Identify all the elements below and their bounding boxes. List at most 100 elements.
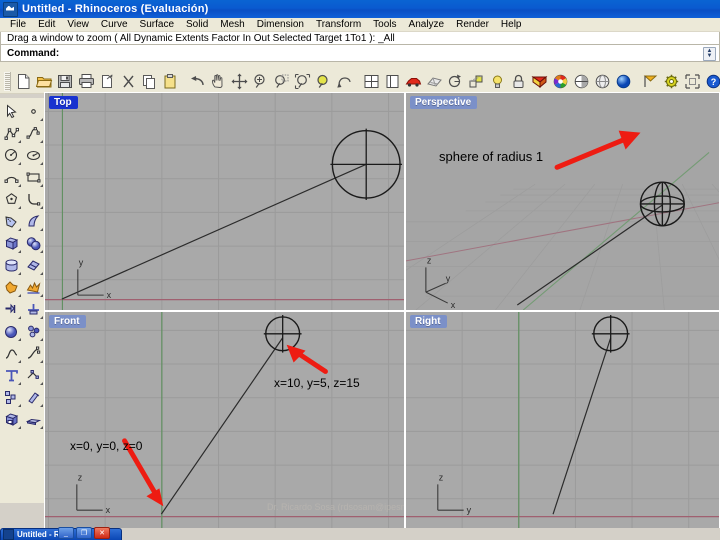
gear-icon[interactable] (661, 71, 682, 92)
surface-patch-icon[interactable] (23, 255, 44, 276)
car-render-icon[interactable] (403, 71, 424, 92)
zoom-in-icon[interactable] (250, 71, 271, 92)
select-arrow-icon[interactable] (1, 101, 22, 122)
menu-item-dimension[interactable]: Dimension (251, 18, 310, 31)
scale-icon[interactable] (466, 71, 487, 92)
curve-from-object-icon[interactable] (1, 211, 22, 232)
shade-half-icon[interactable] (571, 71, 592, 92)
control-point-curve-icon[interactable] (23, 123, 44, 144)
open-folder-icon[interactable] (34, 71, 55, 92)
split-icon[interactable] (23, 299, 44, 320)
menu-item-edit[interactable]: Edit (32, 18, 61, 31)
text-icon[interactable] (1, 365, 22, 386)
save-icon[interactable] (55, 71, 76, 92)
undo-icon[interactable] (187, 71, 208, 92)
move-arrows-icon[interactable] (229, 71, 250, 92)
pan-hand-icon[interactable] (208, 71, 229, 92)
paste-icon[interactable] (160, 71, 181, 92)
command-history-spinner[interactable]: ▲ ▼ (703, 47, 716, 61)
mesh-icon[interactable] (424, 71, 445, 92)
offset-icon[interactable] (23, 365, 44, 386)
flag-icon[interactable] (640, 71, 661, 92)
copy-icon[interactable] (139, 71, 160, 92)
single-view-icon[interactable] (382, 71, 403, 92)
viewport-front-canvas[interactable]: z x (45, 312, 404, 529)
menu-item-help[interactable]: Help (495, 18, 528, 31)
group-icon[interactable] (682, 71, 703, 92)
viewport-top[interactable]: y x Top (44, 92, 405, 311)
ellipse-center-icon[interactable] (23, 145, 44, 166)
sphere-solid-icon[interactable] (1, 321, 22, 342)
menu-item-mesh[interactable]: Mesh (214, 18, 250, 31)
zoom-dynamic-icon[interactable] (271, 71, 292, 92)
viewport-top-graphics: y x (45, 93, 404, 310)
svg-text:x: x (107, 290, 112, 300)
scissors-icon[interactable] (118, 71, 139, 92)
svg-text:?: ? (711, 77, 717, 87)
menu-item-file[interactable]: File (4, 18, 32, 31)
cylinder-icon[interactable] (1, 255, 22, 276)
curve-edit-icon[interactable] (23, 343, 44, 364)
blend-curve-icon[interactable] (1, 343, 22, 364)
viewport-label-right[interactable]: Right (410, 315, 447, 328)
zoom-extents-icon[interactable] (313, 71, 334, 92)
zoom-window-icon[interactable] (292, 71, 313, 92)
sphere-blue-icon[interactable] (613, 71, 634, 92)
viewport-top-canvas[interactable]: y x (45, 93, 404, 310)
menu-item-view[interactable]: View (61, 18, 95, 31)
menu-item-render[interactable]: Render (450, 18, 495, 31)
light-bulb-icon[interactable] (487, 71, 508, 92)
menu-item-tools[interactable]: Tools (367, 18, 402, 31)
arc-icon[interactable] (1, 167, 22, 188)
close-button[interactable]: ✕ (94, 527, 110, 539)
menu-item-surface[interactable]: Surface (134, 18, 180, 31)
viewport-perspective-graphics: z y x (406, 93, 719, 310)
viewport-right-canvas[interactable]: z y (406, 312, 719, 529)
coordinate-annotation-sphere: x=10, y=5, z=15 (274, 376, 360, 390)
extrude-icon[interactable] (1, 299, 22, 320)
color-wheel-icon[interactable] (550, 71, 571, 92)
rotate-view-icon[interactable] (334, 71, 355, 92)
viewport-right[interactable]: z y Right (405, 311, 720, 530)
viewport-label-perspective[interactable]: Perspective (410, 96, 478, 109)
four-view-icon[interactable] (361, 71, 382, 92)
menu-item-solid[interactable]: Solid (180, 18, 214, 31)
viewport-perspective-canvas[interactable]: z y x (406, 93, 719, 310)
minimize-button[interactable]: _ (58, 527, 74, 539)
point-icon[interactable] (23, 101, 44, 122)
viewport-label-front[interactable]: Front (49, 315, 86, 328)
fillet-corner-icon[interactable] (23, 189, 44, 210)
maximize-button[interactable]: ❐ (76, 527, 92, 539)
mirror-icon[interactable] (23, 387, 44, 408)
help-icon[interactable]: ? (703, 71, 720, 92)
circle-icon[interactable] (1, 145, 22, 166)
rhino-icon (3, 1, 18, 17)
point-cloud-icon[interactable] (23, 321, 44, 342)
render-preview-icon[interactable] (592, 71, 613, 92)
menu-item-transform[interactable]: Transform (310, 18, 367, 31)
menu-item-curve[interactable]: Curve (95, 18, 134, 31)
two-spheres-icon[interactable] (23, 233, 44, 254)
rotate-object-icon[interactable] (445, 71, 466, 92)
array-icon[interactable] (1, 387, 22, 408)
new-icon[interactable] (13, 71, 34, 92)
planar-surface-icon[interactable] (23, 409, 44, 430)
toolbar-grip[interactable] (4, 72, 11, 91)
box-edit-icon[interactable] (1, 409, 22, 430)
rectangle-icon[interactable] (23, 167, 44, 188)
viewport-perspective[interactable]: z y x Perspective sphere of radius 1 (405, 92, 720, 311)
box-solid-icon[interactable] (1, 233, 22, 254)
boolean-union-icon[interactable] (1, 277, 22, 298)
viewport-front[interactable]: z x Front x=10, y=5, z=15 x=0, y=0, z=0 … (44, 311, 405, 530)
ellipse-icon[interactable] (1, 189, 22, 210)
cut-icon[interactable] (97, 71, 118, 92)
viewport-label-top[interactable]: Top (49, 96, 78, 109)
lock-icon[interactable] (508, 71, 529, 92)
print-icon[interactable] (76, 71, 97, 92)
surface-fillet-icon[interactable] (529, 71, 550, 92)
polyline-icon[interactable] (1, 123, 22, 144)
surface-sweep-icon[interactable] (23, 211, 44, 232)
explode-icon[interactable] (23, 277, 44, 298)
command-input-line[interactable]: Command: ▲ ▼ (0, 45, 720, 62)
menu-item-analyze[interactable]: Analyze (403, 18, 451, 31)
